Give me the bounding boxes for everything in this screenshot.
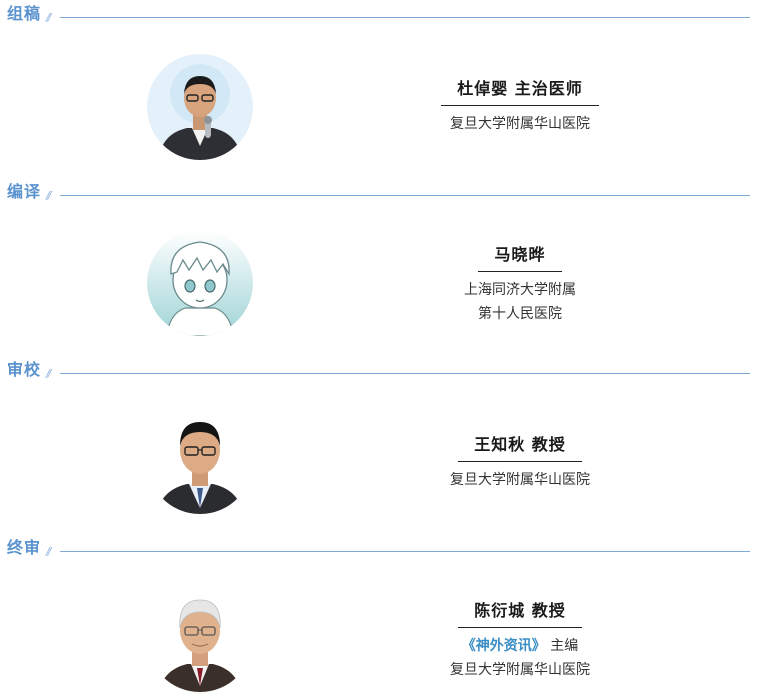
journal-name: 《神外资讯》 [461,638,546,654]
section-divider [60,195,750,196]
section-divider [60,17,750,18]
slash-decoration-icon: // [46,367,52,380]
person-role: 《神外资讯》 主编 [420,634,620,658]
presenter-photo-icon [147,54,253,160]
section-divider [60,551,750,552]
slash-decoration-icon: // [46,545,52,558]
person-affiliation-line-1: 上海同济大学附属 [464,282,576,298]
section-title: 组稿 [7,4,42,23]
section-header: 编译 // [0,178,760,202]
role-title: 主编 [550,638,579,654]
person-info: 杜倬婴 主治医师 复旦大学附属华山医院 [420,79,620,136]
portrait-photo-icon [147,408,253,514]
person-info: 马晓晔 上海同济大学附属 第十人民医院 [420,245,620,326]
cartoon-avatar-icon [147,230,253,336]
section-header: 组稿 // [0,0,760,24]
senior-portrait-photo-icon [147,586,253,692]
person-name: 马晓晔 [478,245,562,272]
section-divider [60,373,750,374]
person-name: 王知秋 教授 [458,435,582,462]
person-affiliation: 复旦大学附属华山医院 [450,116,590,132]
person-affiliation: 复旦大学附属华山医院 [450,472,590,488]
section-header: 审校 // [0,356,760,380]
person-name: 杜倬婴 主治医师 [441,79,599,106]
person-info: 王知秋 教授 复旦大学附属华山医院 [420,435,620,492]
slash-decoration-icon: // [46,11,52,24]
section-header: 终审 // [0,534,760,558]
person-name: 陈衍城 教授 [458,601,582,628]
section-title: 审校 [7,360,42,379]
slash-decoration-icon: // [46,189,52,202]
section-title: 编译 [7,182,42,201]
person-info: 陈衍城 教授 《神外资讯》 主编 复旦大学附属华山医院 [420,601,620,682]
person-affiliation-line-2: 第十人民医院 [478,306,562,322]
person-affiliation: 复旦大学附属华山医院 [450,662,590,678]
section-title: 终审 [7,538,42,557]
